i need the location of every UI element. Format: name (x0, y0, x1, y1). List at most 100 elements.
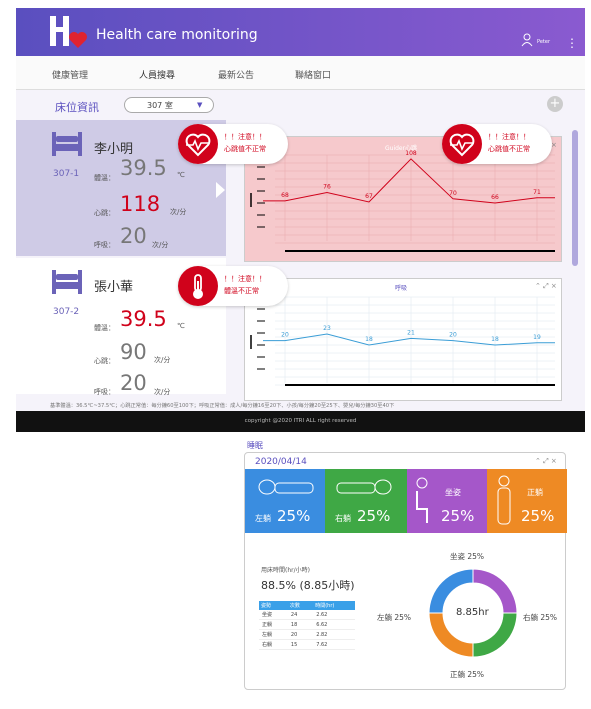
respiration-chart: 呼吸 ⌃ ⤢ × 20 23 18 21 20 18 19 (244, 278, 562, 401)
donut-label-top: 坐姿 25% (450, 552, 485, 561)
hr-alert-1[interactable]: ！！注意！！ 心跳值不正常 (178, 124, 288, 164)
sleep-date: 2020/04/14 (255, 457, 307, 467)
more-menu-icon[interactable]: ⋮ (566, 36, 578, 50)
temp-label: 體溫： (94, 174, 115, 182)
temp-value: 39.5 (120, 307, 167, 331)
alert-line-1: ！！注意！！ (488, 133, 530, 141)
hr-alert-2[interactable]: ！！注意！！ 心跳值不正常 (442, 124, 552, 164)
resp-unit: 次/分 (152, 241, 169, 249)
chevron-down-icon: ▼ (197, 101, 203, 109)
patient-name: 張小華 (94, 280, 134, 295)
resp-value: 20 (120, 371, 147, 395)
footnote: 基準體溫：36.5℃~37.5℃；心跳正常值：每分鐘60至100下；呼吸正常值：… (50, 403, 395, 409)
bed-toolbar: 床位資訊 307 室 ▼ + (16, 90, 585, 122)
table-cell: 2.82 (313, 629, 355, 640)
temp-alert[interactable]: ！！注意！！ 體溫不正常 (178, 266, 288, 306)
nav-health[interactable]: 健康管理 (52, 68, 88, 81)
lying-right-icon (336, 479, 392, 495)
data-label: 70 (449, 190, 457, 197)
table-cell: 6.62 (313, 619, 355, 630)
temp-unit: ℃ (177, 322, 185, 330)
posture-table: 姿勢 次數 時間(hr) 坐姿 24 2.62 正躺 18 6.62 左躺 20 2.82 … (259, 601, 355, 650)
data-label: 67 (365, 193, 373, 200)
main-nav: 健康管理 人員搜尋 最新公告 聯絡窗口 (16, 56, 585, 90)
table-header: 姿勢 (259, 601, 288, 610)
tile-label: 正躺 (527, 488, 543, 497)
data-label: 71 (533, 189, 541, 196)
bed-icon (52, 270, 82, 294)
temp-value: 39.5 (120, 156, 167, 180)
table-header-row: 姿勢 次數 時間(hr) (259, 601, 355, 610)
hr-label: 心跳： (94, 357, 115, 365)
data-label: 18 (491, 336, 499, 343)
table-cell: 7.62 (313, 639, 355, 650)
resp-value: 20 (120, 224, 147, 248)
table-cell: 2.62 (313, 610, 355, 620)
data-label: 21 (407, 329, 415, 336)
nav-search[interactable]: 人員搜尋 (139, 68, 175, 81)
hr-label: 心跳： (94, 209, 115, 217)
temp-label: 體溫： (94, 324, 115, 332)
table-row: 正躺 18 6.62 (259, 619, 355, 630)
tile-right: 右躺 25% (325, 469, 407, 533)
selected-indicator (216, 182, 225, 198)
table-cell: 坐姿 (259, 610, 288, 620)
tile-label: 坐姿 (445, 488, 461, 497)
alert-line-2: 心跳值不正常 (488, 145, 530, 153)
data-label: 19 (533, 334, 541, 341)
donut-slice-正躺 (428, 612, 474, 658)
resp-label: 呼吸： (94, 241, 115, 249)
bed-time-value: 88.5% (8.85小時) (261, 579, 355, 592)
bed-icon (52, 132, 82, 156)
room-select-value: 307 室 (147, 101, 173, 110)
user-name[interactable]: Peter (537, 39, 550, 45)
table-cell: 18 (287, 619, 314, 630)
nav-contact[interactable]: 聯絡窗口 (295, 68, 331, 81)
table-cell: 正躺 (259, 619, 288, 630)
donut-slice-右躺 (472, 612, 518, 658)
tile-label: 左躺 (255, 514, 271, 523)
table-cell: 24 (287, 610, 314, 620)
data-label: 23 (323, 325, 331, 332)
lying-left-icon (258, 479, 314, 495)
nav-news[interactable]: 最新公告 (218, 68, 254, 81)
hr-unit: 次/分 (170, 208, 187, 216)
bed-time-title: 用床時間(hr/小時) (261, 567, 310, 574)
table-header: 次數 (287, 601, 314, 610)
table-cell: 右躺 (259, 639, 288, 650)
tile-left: 左躺 25% (245, 469, 325, 533)
heart-alert-icon (178, 124, 218, 164)
footer: copyright @2020 ITRI ALL right reserved (16, 411, 585, 432)
hr-value: 118 (120, 192, 161, 216)
table-cell: 20 (287, 629, 314, 640)
page: Health care monitoring Peter ⋮ 健康管理 人員搜尋… (0, 0, 591, 709)
tile-value: 25% (521, 507, 555, 525)
data-label: 66 (491, 194, 499, 201)
donut-label-bottom: 正躺 25% (450, 670, 485, 679)
tile-supine: 正躺 25% (487, 469, 567, 533)
sitting-icon (416, 477, 428, 523)
tile-value: 25% (357, 507, 391, 525)
panel-controls[interactable]: ⌃ ⤢ × (535, 457, 557, 466)
data-label: 68 (281, 192, 289, 199)
table-row: 右躺 15 7.62 (259, 639, 355, 650)
bed-number: 307-2 (53, 307, 80, 317)
data-label: 108 (405, 150, 417, 157)
room-select[interactable]: 307 室 ▼ (124, 97, 214, 113)
user-icon[interactable] (521, 33, 535, 47)
data-label: 20 (281, 332, 289, 339)
add-button[interactable]: + (547, 96, 563, 112)
sleep-panel: 2020/04/14 ⌃ ⤢ × 左躺 25% 右躺 25% 坐姿 25% 正躺… (244, 452, 567, 690)
tile-label: 右躺 (335, 514, 351, 523)
tile-value: 25% (277, 507, 311, 525)
table-cell: 左躺 (259, 629, 288, 640)
alert-line-2: 心跳值不正常 (224, 145, 266, 153)
alert-line-1: ！！注意！！ (224, 133, 266, 141)
data-label: 76 (323, 184, 331, 191)
logo-icon (50, 16, 87, 48)
app-window: Health care monitoring Peter ⋮ 健康管理 人員搜尋… (16, 8, 585, 432)
chart-scrollbar[interactable] (572, 130, 578, 266)
top-bar: Health care monitoring Peter ⋮ (16, 8, 585, 56)
section-label: 床位資訊 (55, 101, 99, 114)
thermometer-alert-icon (178, 266, 218, 306)
